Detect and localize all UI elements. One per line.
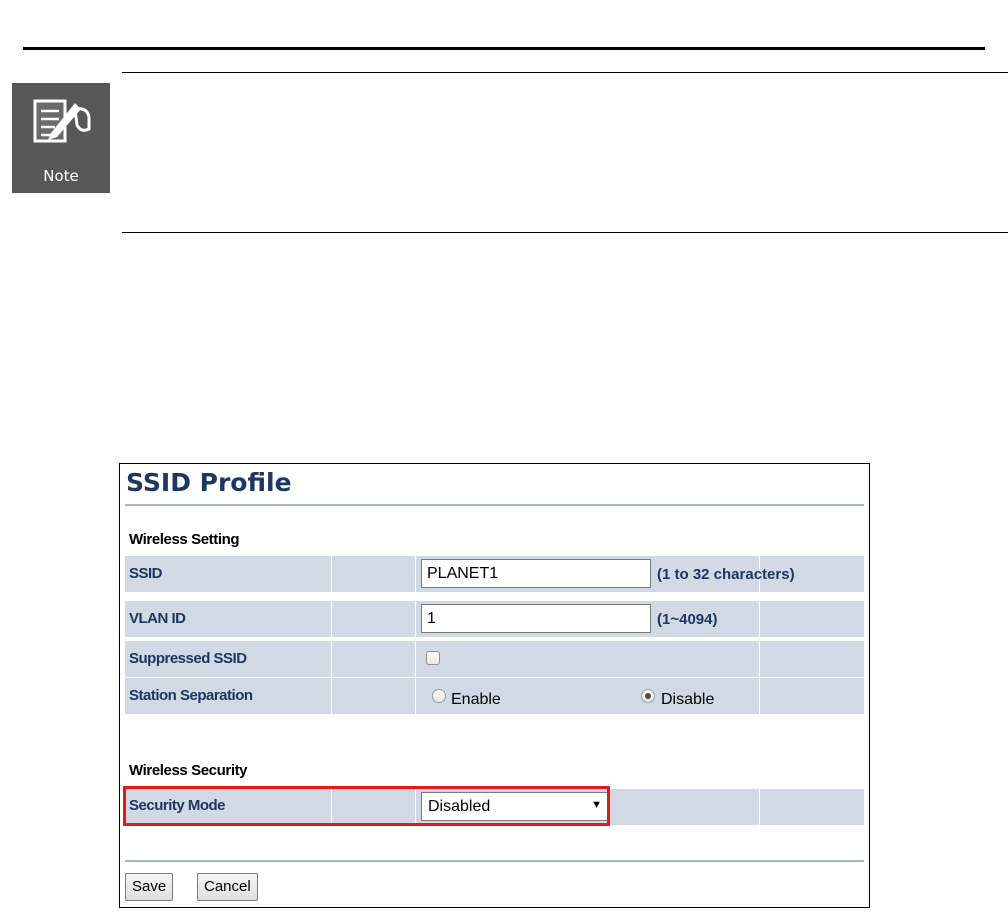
suppressed-ssid-label: Suppressed SSID (129, 650, 247, 667)
ssid-row: SSID PLANET1 (1 to 32 characters) (125, 556, 864, 592)
suppressed-ssid-checkbox[interactable] (426, 651, 440, 665)
note-top-rule (122, 72, 1008, 73)
station-separation-row: Station Separation Enable Disable (125, 678, 864, 714)
vlan-id-input[interactable]: 1 (421, 604, 651, 633)
ssid-profile-panel: SSID Profile Wireless Setting SSID PLANE… (119, 463, 870, 908)
security-mode-row: Security Mode Disabled ▼ (125, 789, 864, 825)
save-button[interactable]: Save (125, 873, 174, 901)
footer-separator (125, 860, 864, 862)
ssid-label: SSID (129, 565, 163, 582)
vlan-id-label: VLAN ID (129, 610, 186, 627)
note-pen-icon (33, 99, 91, 143)
cancel-button[interactable]: Cancel (197, 873, 258, 901)
security-mode-value: Disabled (428, 798, 491, 815)
title-separator (125, 504, 864, 506)
security-mode-label: Security Mode (129, 797, 226, 814)
suppressed-ssid-row: Suppressed SSID (125, 641, 864, 677)
enable-radio[interactable] (432, 689, 446, 703)
note-label: Note (43, 167, 79, 185)
vlan-id-row: VLAN ID 1 (1~4094) (125, 601, 864, 637)
wireless-security-heading: Wireless Security (129, 762, 248, 779)
vlan-id-hint: (1~4094) (657, 611, 718, 628)
station-separation-label: Station Separation (129, 687, 253, 704)
dropdown-arrow-icon: ▼ (591, 799, 602, 811)
wireless-setting-heading: Wireless Setting (129, 531, 240, 548)
ssid-hint: (1 to 32 characters) (657, 566, 795, 583)
enable-radio-label[interactable]: Enable (451, 691, 501, 709)
disable-radio-label[interactable]: Disable (661, 691, 714, 709)
ssid-input[interactable]: PLANET1 (421, 559, 651, 588)
note-icon: Note (12, 83, 110, 193)
disable-radio[interactable] (641, 689, 655, 703)
page-title: SSID Profile (126, 468, 292, 497)
header-rule (23, 47, 985, 50)
note-bottom-rule (122, 232, 1008, 233)
security-mode-select[interactable]: Disabled ▼ (421, 792, 610, 821)
